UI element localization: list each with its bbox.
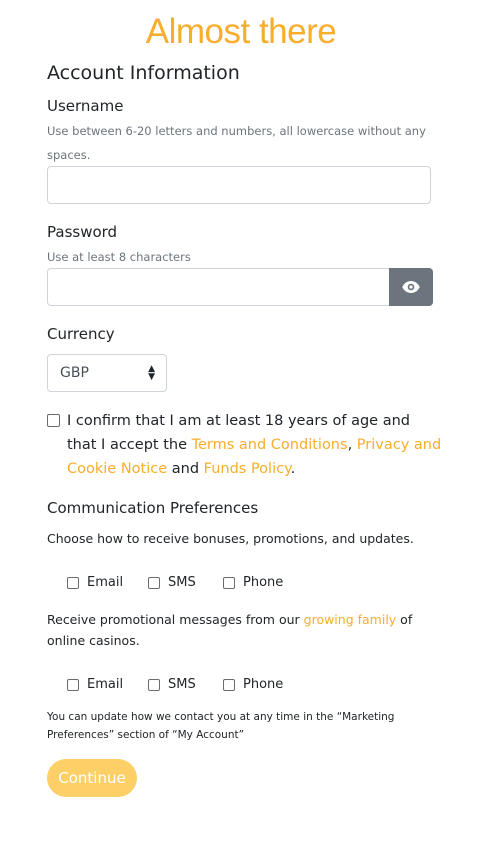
growing-family-link[interactable]: growing family [304,612,397,627]
comm-sms-label: SMS [168,575,196,590]
family-sms-checkbox[interactable] [148,678,160,691]
confirm-and: and [167,461,204,477]
communication-title: Communication Preferences [47,499,259,517]
family-sms-label: SMS [168,677,196,692]
comm-phone-label: Phone [243,575,284,590]
comm-phone-option[interactable]: Phone [223,575,283,590]
age-confirm-checkbox[interactable] [47,414,60,427]
family-text: Receive promotional messages from our gr… [47,609,437,651]
currency-label: Currency [47,325,115,343]
terms-link[interactable]: Terms and Conditions [192,437,348,453]
currency-selected-value: GBP [60,365,89,381]
password-input[interactable] [47,268,390,306]
username-label: Username [47,97,124,115]
family-text-part: Receive promotional messages from our [47,612,304,627]
family-email-checkbox[interactable] [67,678,79,691]
family-email-option[interactable]: Email [67,677,123,692]
confirm-separator: , [347,437,357,453]
family-phone-option[interactable]: Phone [223,677,283,692]
username-hint: Use between 6-20 letters and numbers, al… [47,124,426,162]
show-password-button[interactable] [389,268,433,306]
eye-icon [402,281,420,293]
family-phone-checkbox[interactable] [223,678,235,691]
communication-subtitle: Choose how to receive bonuses, promotion… [47,531,414,546]
age-confirm-text: I confirm that I am at least 18 years of… [67,409,442,481]
username-input[interactable] [47,166,431,204]
password-hint: Use at least 8 characters [47,250,191,264]
family-email-label: Email [87,677,124,692]
marketing-footer-note: You can update how we contact you at any… [47,711,395,741]
funds-policy-link[interactable]: Funds Policy [204,461,291,477]
confirm-end: . [290,461,296,477]
account-section-title: Account Information [47,62,240,84]
comm-sms-option[interactable]: SMS [148,575,196,590]
select-arrows-icon: ▲ ▼ [148,364,155,382]
family-sms-option[interactable]: SMS [148,677,196,692]
comm-sms-checkbox[interactable] [148,576,160,589]
comm-email-checkbox[interactable] [67,576,79,589]
currency-select[interactable]: GBP ▲ ▼ [47,354,167,392]
password-label: Password [47,223,118,241]
page-title: Almost there [145,12,337,51]
continue-button[interactable]: Continue [47,759,137,797]
comm-email-option[interactable]: Email [67,575,123,590]
comm-phone-checkbox[interactable] [223,576,235,589]
comm-email-label: Email [87,575,124,590]
family-phone-label: Phone [243,677,284,692]
